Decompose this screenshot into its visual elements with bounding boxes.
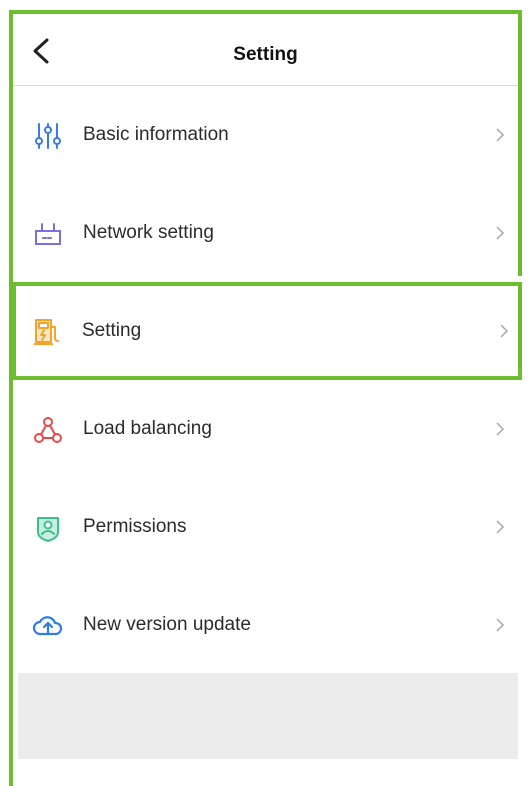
menu-item-label: New version update [83, 614, 251, 635]
charger-icon [34, 319, 59, 345]
menu-item-label: Load balancing [83, 418, 212, 439]
chevron-right-icon [496, 618, 505, 632]
chevron-right-icon [496, 520, 505, 534]
shield-user-icon [37, 517, 59, 542]
page-title: Setting [233, 44, 298, 65]
chevron-right-icon [496, 128, 505, 142]
menu-item-permissions[interactable]: Permissions [13, 478, 518, 576]
menu-item-label: Basic information [83, 124, 229, 145]
menu-item-network-setting[interactable]: Network setting [13, 184, 518, 282]
highlight-frame-right [518, 10, 522, 276]
header-bar: Setting [13, 14, 518, 86]
menu-item-label: Network setting [83, 222, 214, 243]
menu-item-label: Setting [82, 320, 142, 341]
menu-item-setting[interactable]: Setting [12, 282, 522, 380]
chevron-right-icon [496, 226, 505, 240]
cloud-upload-icon [33, 616, 63, 636]
triangle-nodes-icon [34, 417, 62, 443]
footer-spacer [18, 673, 518, 759]
menu-item-new-version-update[interactable]: New version update [13, 576, 518, 674]
chevron-right-icon [500, 324, 509, 338]
menu-item-load-balancing[interactable]: Load balancing [13, 380, 518, 478]
sliders-icon [35, 123, 61, 149]
settings-menu: Basic information Network setting Settin… [12, 86, 522, 674]
router-icon [35, 223, 61, 245]
chevron-right-icon [496, 422, 505, 436]
menu-item-basic-information[interactable]: Basic information [13, 86, 518, 184]
menu-item-label: Permissions [83, 516, 187, 537]
